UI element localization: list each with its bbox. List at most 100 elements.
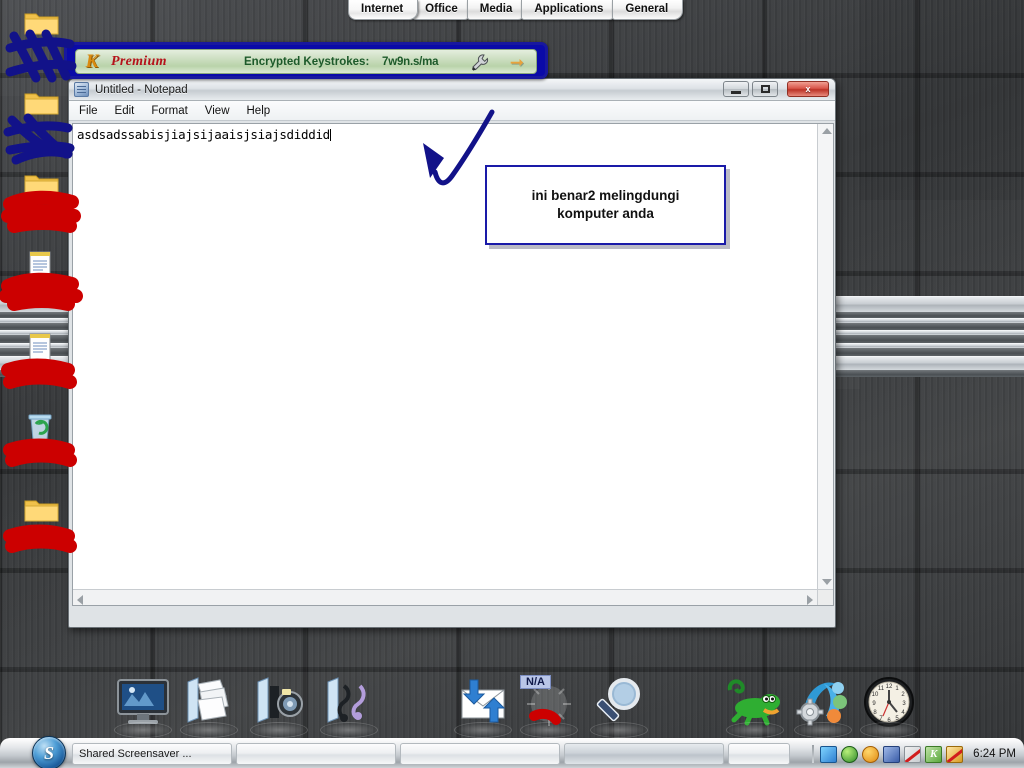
- notepad-window[interactable]: Untitled - Notepad x File Edit Format Vi…: [68, 78, 836, 628]
- taskbar-button-1[interactable]: Shared Screensaver ...: [72, 743, 232, 765]
- dock-reflection: [726, 722, 784, 738]
- horizontal-scrollbar[interactable]: [73, 589, 817, 605]
- close-icon: x: [805, 84, 811, 94]
- desktop-icon-recycle-bin[interactable]: [24, 410, 56, 444]
- vertical-scrollbar[interactable]: [817, 124, 833, 589]
- text-caret: [329, 129, 331, 141]
- disabled-slash-icon: [947, 747, 963, 762]
- dock-reflection: [250, 722, 308, 738]
- menu-format[interactable]: Format: [151, 105, 187, 117]
- dock-item-gecko[interactable]: [722, 672, 788, 738]
- desktop-icon-folder-3[interactable]: [22, 170, 62, 200]
- tab-media[interactable]: Media: [466, 0, 528, 20]
- dock-reflection: [520, 722, 578, 738]
- red-scribble-5: [3, 524, 77, 553]
- menu-help[interactable]: Help: [247, 105, 271, 117]
- dock-item-settings[interactable]: [790, 672, 856, 738]
- connection-icon[interactable]: [883, 745, 901, 763]
- menu-view[interactable]: View: [205, 105, 230, 117]
- right-arrow-icon[interactable]: ➞: [510, 54, 524, 71]
- scroll-left-icon[interactable]: [77, 595, 83, 605]
- start-orb-icon: S: [32, 736, 66, 768]
- weather-widget-label: N/A: [520, 675, 551, 689]
- dock-item-pictures[interactable]: [246, 672, 312, 738]
- annotation-callout-box: ini benar2 melingdungi komputer anda: [485, 165, 726, 245]
- sound-muted-icon[interactable]: [946, 745, 964, 763]
- taskbar-clock[interactable]: 6:24 PM: [973, 748, 1016, 760]
- svg-text:11: 11: [878, 686, 885, 692]
- disabled-slash-icon: [905, 747, 921, 762]
- notepad-document-icon: [29, 251, 51, 280]
- menu-file[interactable]: File: [79, 105, 98, 117]
- tab-general[interactable]: General: [612, 0, 684, 20]
- dock-item-music[interactable]: [316, 672, 382, 738]
- scroll-down-icon[interactable]: [822, 579, 832, 585]
- dock-reflection: [320, 722, 378, 738]
- shell-icon[interactable]: [862, 745, 880, 763]
- folder-icon: [24, 13, 59, 35]
- desktop-icon-notepad-2[interactable]: [26, 330, 54, 364]
- desktop-icon-folder-4[interactable]: [22, 495, 62, 525]
- notepad-document-text: asdsadssabisjiajsijaaisjsiajsdiddid: [77, 127, 330, 142]
- taskbar[interactable]: S Shared Screensaver ... K 6:24 PM: [0, 736, 1024, 768]
- encrypted-keystrokes-label: Encrypted Keystrokes:: [244, 55, 370, 68]
- keyscrambler-edition-label: Premium: [111, 53, 167, 69]
- dock-reflection: [454, 722, 512, 738]
- keyscrambler-panel: K Premium Encrypted Keystrokes: 7w9n.s/m…: [75, 49, 537, 74]
- taskbar-button-2[interactable]: [236, 743, 396, 765]
- tab-office[interactable]: Office: [412, 0, 473, 20]
- desktop-icon-folder-2[interactable]: [22, 88, 62, 118]
- keyscrambler-toolbar[interactable]: K Premium Encrypted Keystrokes: 7w9n.s/m…: [64, 42, 548, 79]
- close-button[interactable]: x: [787, 81, 829, 97]
- tray-divider: [812, 745, 815, 763]
- dock-item-documents[interactable]: [176, 672, 242, 738]
- notepad-document-icon: [29, 333, 51, 362]
- program-tab-bar[interactable]: Internet Office Media Applications Gener…: [348, 0, 684, 20]
- system-tray[interactable]: K 6:24 PM: [812, 739, 1024, 768]
- dock-item-search[interactable]: [586, 672, 652, 738]
- callout-text: ini benar2 melingdungi komputer anda: [532, 187, 680, 223]
- scroll-up-icon[interactable]: [822, 128, 832, 134]
- tab-label: Media: [479, 3, 513, 15]
- red-scribble-1: [1, 190, 81, 233]
- network-icon[interactable]: [820, 745, 838, 763]
- notepad-title: Untitled - Notepad: [95, 83, 188, 96]
- menu-edit[interactable]: Edit: [115, 105, 135, 117]
- desktop-icon-folder-1[interactable]: [22, 8, 62, 38]
- tab-internet[interactable]: Internet: [348, 0, 419, 20]
- dock-reflection: [590, 722, 648, 738]
- wrench-icon[interactable]: [470, 53, 490, 72]
- red-scribble-4: [3, 438, 77, 467]
- notepad-title-bar[interactable]: Untitled - Notepad x: [69, 79, 835, 101]
- desktop-icon-notepad-1[interactable]: [26, 248, 54, 282]
- dock-reflection: [114, 722, 172, 738]
- tab-label: General: [625, 3, 669, 15]
- dock-item-desktop[interactable]: [110, 672, 176, 738]
- maximize-button[interactable]: [752, 81, 778, 97]
- taskbar-button-4[interactable]: [564, 743, 724, 765]
- download-manager-icon[interactable]: [841, 745, 859, 763]
- encrypted-keystrokes-value: 7w9n.s/ma: [382, 55, 439, 68]
- dock[interactable]: N/A 12 3 6 9 1 2 4 5 7 8 10 11: [0, 668, 1024, 738]
- dock-item-weather-widget[interactable]: N/A: [516, 672, 582, 738]
- tab-label: Office: [425, 3, 458, 15]
- scroll-right-icon[interactable]: [807, 595, 813, 605]
- keyscrambler-logo-icon: K: [85, 50, 99, 72]
- callout-line-1: ini benar2 melingdungi: [531, 187, 680, 203]
- folder-icon: [24, 93, 59, 115]
- notepad-menu-bar[interactable]: File Edit Format View Help: [69, 101, 835, 121]
- taskbar-button-5[interactable]: [728, 743, 790, 765]
- tab-applications[interactable]: Applications: [521, 0, 619, 20]
- recycle-bin-icon: [28, 414, 52, 441]
- minimize-button[interactable]: [723, 81, 749, 97]
- dock-item-clock[interactable]: 12 3 69 12 45 78 10 11: [856, 672, 922, 738]
- callout-line-2: komputer anda: [557, 206, 654, 221]
- keyscrambler-icon[interactable]: K: [925, 745, 943, 763]
- tab-label: Applications: [534, 3, 604, 15]
- antivirus-disabled-icon[interactable]: [904, 745, 922, 763]
- blue-scribble-2: [3, 113, 75, 165]
- taskbar-button-3[interactable]: [400, 743, 560, 765]
- dock-item-mail[interactable]: [450, 672, 516, 738]
- dock-reflection: [180, 722, 238, 738]
- start-button[interactable]: S: [28, 736, 70, 768]
